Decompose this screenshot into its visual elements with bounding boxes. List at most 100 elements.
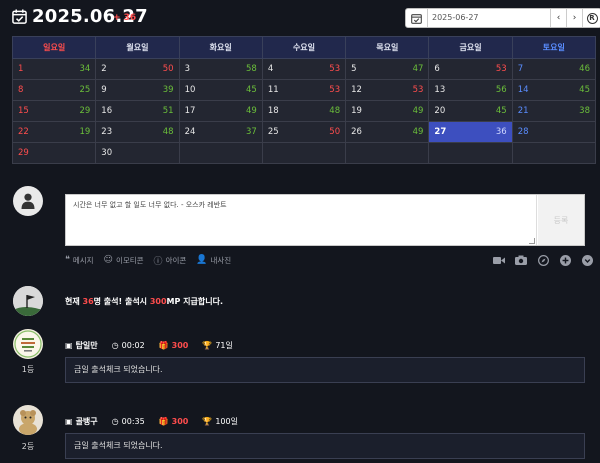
calendar-day-cell[interactable]: 12 53 [345,79,430,101]
smile-icon: ☺ [103,255,113,265]
calendar-attendance-count: 47 [412,64,424,74]
calendar-day-number: 5 [351,64,357,74]
camera-button[interactable] [514,253,528,267]
calendar-day-number: 7 [517,64,524,74]
calendar-day-cell[interactable]: 1 34 [11,58,97,80]
calendar-attendance-count: 45 [579,85,590,95]
weekday-tue: 화요일 [178,36,263,59]
level-badge-icon: ▣ [65,416,73,426]
calendar-day-cell[interactable]: 21 38 [511,100,597,122]
header: 2025.06.27 + 36 2025-06-27 ‹ › R [12,6,600,30]
calendar-day-cell[interactable]: 24 37 [178,121,263,143]
video-button[interactable] [492,253,506,267]
calendar-week-row: 1 34 2 50 3 58 4 53 5 47 6 53 7 46 [11,58,597,80]
calendar-day-cell[interactable]: 17 49 [178,100,263,122]
message-button[interactable]: ❝ 메시지 [65,255,94,266]
add-button[interactable] [558,253,572,267]
entry-days: 🏆 100일 [202,416,238,426]
entry-name[interactable]: ▣ 골뱅구 [65,416,98,427]
today-button[interactable]: R [582,9,600,27]
calendar-day-cell[interactable]: 10 45 [178,79,263,101]
avatar[interactable] [13,405,43,435]
calendar-day-cell[interactable]: 5 47 [345,58,430,80]
icon-label: 아이콘 [165,255,187,265]
calendar-day-cell[interactable]: 3 58 [178,58,263,80]
calendar-day-cell[interactable]: 2 50 [95,58,180,80]
weekday-wed: 수요일 [261,36,347,59]
calendar-day-cell[interactable]: 9 39 [95,79,180,101]
entry-time: ◷ 00:02 [111,340,145,350]
calendar-day-cell[interactable]: 28 [511,121,597,143]
calendar-empty-cell [261,142,347,164]
clock-icon: ◷ [111,416,119,426]
calendar-attendance-count: 49 [412,106,424,116]
calendar-week-row: 8 25 9 39 10 45 11 53 12 53 13 56 14 45 [11,79,597,101]
calendar-day-cell[interactable]: 4 53 [261,58,347,80]
chevron-down-circle-icon [581,254,593,266]
compass-button[interactable] [536,253,550,267]
calendar-day-cell[interactable]: 6 53 [428,58,513,80]
calendar-day-cell[interactable]: 14 45 [511,79,597,101]
calendar-day-cell[interactable]: 26 49 [345,121,430,143]
icon-button[interactable]: ⓘ 아이콘 [154,254,187,267]
prev-day-button[interactable]: ‹ [550,9,566,27]
calendar-day-cell[interactable]: 8 25 [11,79,97,101]
video-icon [493,256,505,264]
date-input[interactable]: 2025-06-27 [432,9,479,27]
notice-points: 300 [149,297,167,306]
expand-button[interactable] [580,253,594,267]
calendar-day-cell[interactable]: 16 51 [95,100,180,122]
notice-pre: 현재 [65,297,83,306]
calendar-day-number: 22 [18,127,29,137]
calendar-day-number: 24 [184,127,196,137]
info-icon: ⓘ [153,256,163,267]
weekday-thu: 목요일 [345,36,430,59]
calendar-attendance-count: 51 [162,106,174,116]
calendar-day-cell[interactable]: 20 45 [428,100,513,122]
calendar-day-cell[interactable]: 27 36 [428,121,513,143]
calendar-attendance-count: 48 [162,127,174,137]
entry-message: 금일 출석체크 되었습니다. [65,357,585,383]
calendar-day-cell[interactable]: 29 [11,142,97,164]
calendar-day-cell[interactable]: 30 [95,142,180,164]
calendar-attendance-count: 19 [79,127,91,137]
calendar-day-cell[interactable]: 19 49 [345,100,430,122]
quote-icon: ❝ [65,255,70,265]
calendar-day-cell[interactable]: 15 29 [11,100,97,122]
next-day-button[interactable]: › [566,9,582,27]
user-avatar-image [13,405,43,435]
date-picker-calendar-button[interactable] [406,9,428,27]
emoticon-button[interactable]: ☺ 이모티콘 [104,255,144,266]
calendar-day-number: 2 [101,64,107,74]
camera-icon [515,255,527,265]
trophy-icon: 🏆 [202,340,213,350]
calendar-attendance-count: 49 [412,127,424,137]
calendar-day-number: 8 [18,85,24,95]
comment-textarea[interactable]: 시간은 너무 없고 할 일도 너무 없다. - 오스카 레반트 [66,195,537,245]
submit-button[interactable]: 등록 [538,195,584,245]
calendar-day-cell[interactable]: 13 56 [428,79,513,101]
calendar-attendance-count: 29 [79,106,91,116]
notice-count: 36 [82,297,94,306]
calendar-attendance-count: 50 [162,64,174,74]
calendar-day-cell[interactable]: 11 53 [261,79,347,101]
calendar-day-number: 28 [517,127,529,137]
avatar[interactable] [13,329,43,359]
calendar-attendance-count: 50 [329,127,341,137]
calendar-day-number: 16 [101,106,113,116]
entry-name[interactable]: ▣ 탑일만 [65,340,98,351]
flag-icon [13,286,43,316]
calendar-day-cell[interactable]: 7 46 [511,58,597,80]
my-photo-button[interactable]: 👤 내사진 [196,255,231,266]
reset-icon: R [586,12,598,24]
calendar-day-number: 12 [351,85,362,95]
calendar-day-cell[interactable]: 22 19 [11,121,97,143]
resize-handle[interactable] [529,238,535,244]
calendar-day-cell[interactable]: 18 48 [261,100,347,122]
calendar-day-cell[interactable]: 23 48 [95,121,180,143]
attendance-calendar: 일요일 월요일 화요일 수요일 목요일 금요일 토요일 1 34 2 50 3 58 4 53… [11,36,597,164]
calendar-check-icon [12,9,27,24]
calendar-day-cell[interactable]: 25 50 [261,121,347,143]
calendar-empty-cell [345,142,430,164]
calendar-day-number: 3 [184,64,190,74]
